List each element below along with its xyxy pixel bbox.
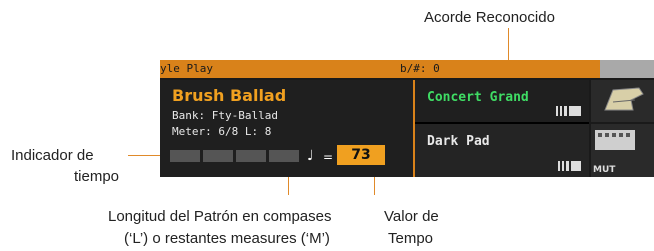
style-play-screen: yle Play b/#: 0 Brush Ballad Bank: Fty-B…	[160, 60, 654, 177]
beat-cell	[170, 150, 200, 162]
track-status-icon	[558, 161, 581, 171]
beat-indicator-label-1: Indicador de	[11, 147, 94, 164]
menu-tab[interactable]	[600, 60, 654, 78]
chord-callout-line	[508, 28, 509, 61]
chord-accidental: b/#: 0	[400, 62, 440, 75]
piano-icon[interactable]	[591, 80, 654, 122]
mode-title: yle Play	[160, 62, 213, 75]
beat-indicator	[170, 150, 299, 162]
title-bar: yle Play b/#: 0	[160, 60, 654, 78]
beat-cell	[269, 150, 299, 162]
beat-indicator-label-2: tiempo	[74, 168, 120, 185]
track-status-icon	[556, 106, 581, 116]
sound-slot-upper1[interactable]: Concert Grand	[415, 80, 589, 124]
pad-keyboard-icon[interactable]: MUT	[591, 124, 654, 177]
sound-slot-upper2[interactable]: Dark Pad	[415, 124, 589, 177]
chord-recognized-label: Acorde Reconocido	[424, 9, 555, 26]
tempo-value-label-2: Tempo	[388, 230, 434, 247]
style-bank: Bank: Fty-Ballad	[172, 109, 278, 122]
beat-cell	[236, 150, 266, 162]
tempo-value[interactable]: 73	[337, 145, 385, 165]
sound-name: Dark Pad	[427, 134, 490, 149]
pattern-length-label-2: (‘L’) o restantes measures (‘M’)	[124, 230, 330, 247]
tempo-equals: =	[323, 150, 334, 164]
pattern-length-label-1: Longitud del Patrón en compases	[108, 208, 332, 225]
tempo-value-label-1: Valor de	[384, 208, 439, 225]
style-meter: Meter: 6/8 L: 8	[172, 125, 272, 138]
quarter-note-icon: ♩	[307, 148, 314, 164]
beat-cell	[203, 150, 233, 162]
mute-label: MUT	[593, 165, 616, 175]
sound-name: Concert Grand	[427, 90, 529, 105]
style-name: Brush Ballad	[172, 86, 287, 105]
style-area[interactable]: Brush Ballad Bank: Fty-Ballad Meter: 6/8…	[160, 80, 415, 177]
